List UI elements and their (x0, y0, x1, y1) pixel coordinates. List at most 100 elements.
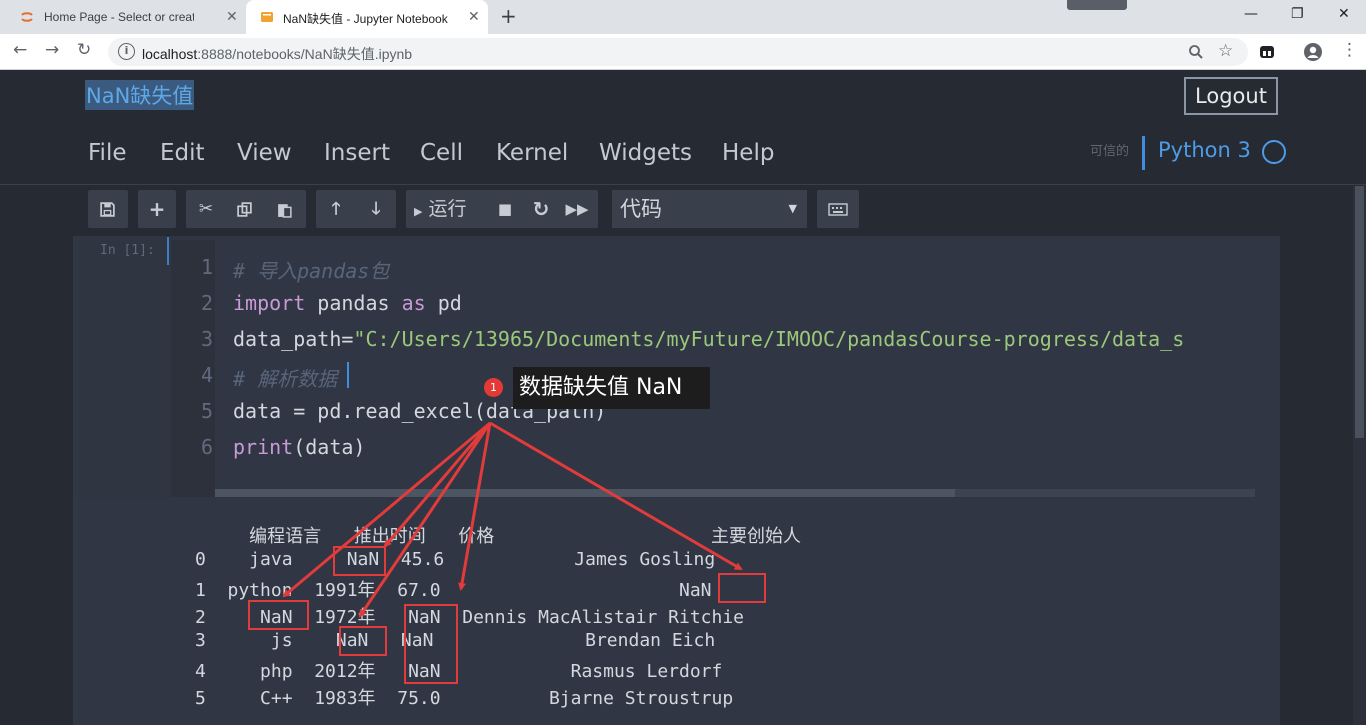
comment: # 解析数据 (233, 367, 338, 391)
toolbar-group-move: 🡑 🡓 (316, 190, 396, 228)
copy-icon[interactable] (236, 201, 253, 218)
move-up-icon[interactable]: 🡑 (316, 190, 356, 228)
url-field[interactable]: i localhost:8888/notebooks/NaN缺失值.ipynb … (108, 38, 1248, 66)
line-number: 6 (200, 435, 213, 459)
variable: data_path= (233, 327, 354, 351)
toolbar-group-clipboard: ✂ (186, 190, 306, 228)
line-number: 4 (200, 363, 213, 387)
cut-icon[interactable]: ✂ (186, 190, 226, 228)
menu-view[interactable]: View (237, 140, 292, 166)
menu-help[interactable]: Help (722, 140, 774, 166)
tab-nan-notebook[interactable]: NaN缺失值 - Jupyter Notebook ✕ (246, 0, 488, 34)
close-tab-icon[interactable]: ✕ (226, 8, 238, 25)
nan-highlight-box (248, 600, 309, 630)
code-line-3: data_path="C:/Users/13965/Documents/myFu… (233, 327, 1255, 351)
menu-file[interactable]: File (88, 140, 127, 166)
profile-avatar-icon[interactable] (1303, 42, 1323, 62)
run-label: 运行 (428, 198, 467, 220)
browser-tab-strip: Home Page - Select or create a notebook … (0, 0, 1366, 34)
chevron-down-icon: ▼ (788, 202, 797, 215)
nan-highlight-box (333, 546, 386, 576)
code-line-6: print(data) (233, 435, 1255, 459)
tab-home-page[interactable]: Home Page - Select or create a notebook … (0, 0, 246, 34)
reload-icon[interactable]: ↻ (77, 40, 91, 60)
move-down-icon[interactable]: 🡓 (356, 190, 396, 228)
toolbar-group-save (88, 190, 128, 228)
module-name: pandas (305, 291, 402, 315)
url-text: localhost:8888/notebooks/NaN缺失值.ipynb (142, 44, 412, 64)
back-icon[interactable]: ← (13, 40, 27, 60)
nan-highlight-box (339, 626, 387, 656)
toolbar-group-keyboard (817, 190, 859, 228)
cell-type-value: 代码 (620, 197, 662, 221)
run-button[interactable]: ▶ 运行 (414, 190, 496, 228)
insert-cell-icon[interactable]: + (138, 190, 176, 228)
comment: # 导入pandas包 (233, 259, 390, 283)
input-prompt: In [1]: (100, 243, 155, 258)
line-number: 3 (200, 327, 213, 351)
new-tab-button[interactable]: + (500, 4, 517, 28)
paste-icon[interactable] (276, 201, 293, 218)
text-cursor (347, 362, 349, 388)
address-toolbar: ← → ↻ i localhost:8888/notebooks/NaN缺失值.… (0, 34, 1366, 70)
fast-forward-icon[interactable]: ▶▶ (564, 190, 590, 228)
nan-highlight-box (404, 604, 458, 684)
bookmark-star-icon[interactable]: ☆ (1218, 41, 1233, 61)
vertical-scroll-thumb[interactable] (1355, 186, 1364, 438)
save-icon[interactable] (99, 201, 116, 218)
string-literal: "C:/Users/13965/Documents/myFuture/IMOOC… (353, 327, 1185, 351)
zoom-icon[interactable] (1188, 44, 1204, 60)
output-row: 5 C++ 1983年 75.0 Bjarne Stroustrup (195, 688, 734, 709)
jupyter-icon (21, 12, 33, 22)
code-line-2: import pandas as pd (233, 291, 1255, 315)
play-icon: ▶ (414, 205, 423, 218)
url-path: :8888/notebooks/NaN缺失值.ipynb (197, 46, 413, 62)
prompt-indicator (167, 237, 169, 265)
trusted-indicator[interactable]: 可信的 (1090, 140, 1129, 159)
menu-kernel[interactable]: Kernel (496, 140, 568, 166)
alias: pd (425, 291, 462, 315)
annotation-badge: 1 (484, 378, 503, 397)
site-info-icon[interactable]: i (118, 43, 135, 60)
output-row: 0 java NaN 45.6 James Gosling (195, 549, 716, 570)
line-number: 2 (200, 291, 213, 315)
horizontal-scroll-thumb[interactable] (215, 489, 955, 497)
extension-indicator (1067, 0, 1127, 10)
minimize-icon[interactable]: — (1244, 6, 1258, 22)
code-line-1: # 导入pandas包 (233, 255, 1255, 284)
close-tab-icon[interactable]: ✕ (468, 8, 480, 25)
line-number: 1 (200, 255, 213, 279)
tab-label: Home Page - Select or create a notebook (44, 10, 194, 24)
kernel-name[interactable]: Python 3 (1158, 138, 1251, 162)
menu-edit[interactable]: Edit (160, 140, 205, 166)
forward-icon[interactable]: → (45, 40, 59, 60)
browser-menu-icon[interactable]: ⋮ (1341, 40, 1358, 60)
builtin-function: print (233, 435, 294, 459)
code-line-5: data = pd.read_excel(data_path) (233, 399, 1255, 423)
close-window-icon[interactable]: ✕ (1338, 6, 1350, 22)
keyword: import (233, 291, 306, 315)
menu-widgets[interactable]: Widgets (599, 140, 692, 166)
keyboard-icon[interactable] (828, 203, 848, 216)
arguments: (data) (293, 435, 366, 459)
menu-insert[interactable]: Insert (324, 140, 390, 166)
output-row: 4 php 2012年 NaN Rasmus Lerdorf (195, 661, 723, 682)
nan-highlight-box (718, 573, 766, 603)
kernel-status-icon (1262, 140, 1286, 164)
logout-button[interactable]: Logout (1184, 77, 1278, 115)
extension-icon[interactable] (1259, 44, 1275, 60)
output-row: 1 python 1991年 67.0 NaN (195, 580, 712, 601)
url-host: localhost (142, 46, 198, 62)
menu-cell[interactable]: Cell (420, 140, 463, 166)
line-number: 5 (200, 399, 213, 423)
cell-type-select[interactable]: 代码 ▼ (612, 190, 807, 228)
kernel-separator (1142, 136, 1145, 170)
notebook-title[interactable]: NaN缺失值 (85, 80, 195, 110)
interrupt-icon[interactable]: ■ (494, 190, 516, 228)
output-header-row: 编程语言 推出时间 价格 主要创始人 (195, 526, 801, 547)
tab-label: NaN缺失值 - Jupyter Notebook (283, 12, 448, 26)
toolbar-group-insert: + (138, 190, 176, 228)
restart-icon[interactable]: ↻ (530, 190, 552, 228)
restore-icon[interactable]: ❐ (1291, 6, 1304, 22)
code-line-4: # 解析数据 (233, 363, 1255, 392)
